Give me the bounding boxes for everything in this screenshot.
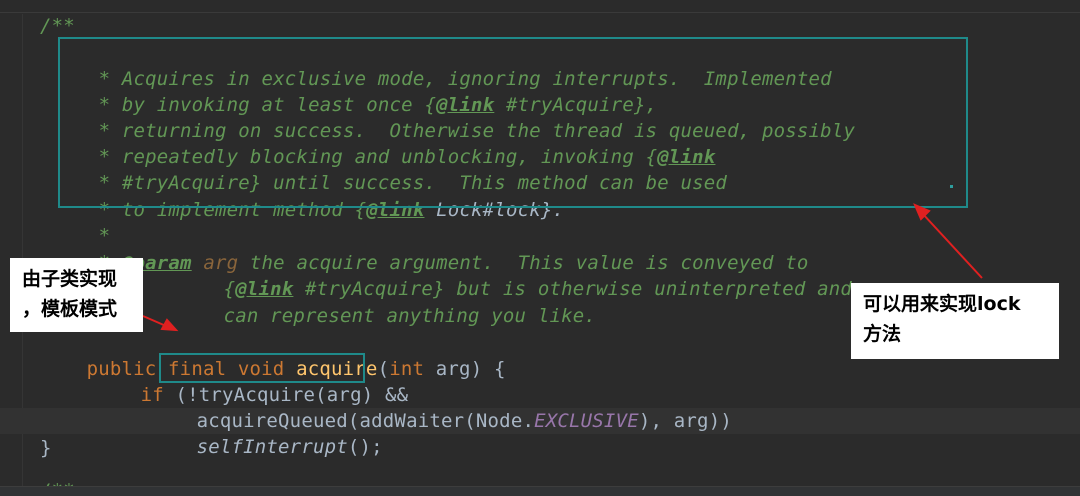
callout-line: 方法 xyxy=(863,323,902,345)
annotation-arrows xyxy=(142,203,983,332)
callout-line: 可以用来实现lock xyxy=(863,293,1021,315)
code-editor[interactable]: /** * Acquires in exclusive mode, ignori… xyxy=(0,0,1080,496)
lock-method-callout: 可以用来实现lock 方法 xyxy=(851,283,1059,359)
left-arrow-head xyxy=(160,318,179,332)
callout-line: 由子类实现 xyxy=(22,268,118,290)
right-arrow-line xyxy=(921,212,983,279)
template-method-callout: 由子类实现 ，模板模式 xyxy=(10,258,143,332)
left-arrow-line xyxy=(142,315,167,327)
callout-line: ，模板模式 xyxy=(22,298,118,320)
